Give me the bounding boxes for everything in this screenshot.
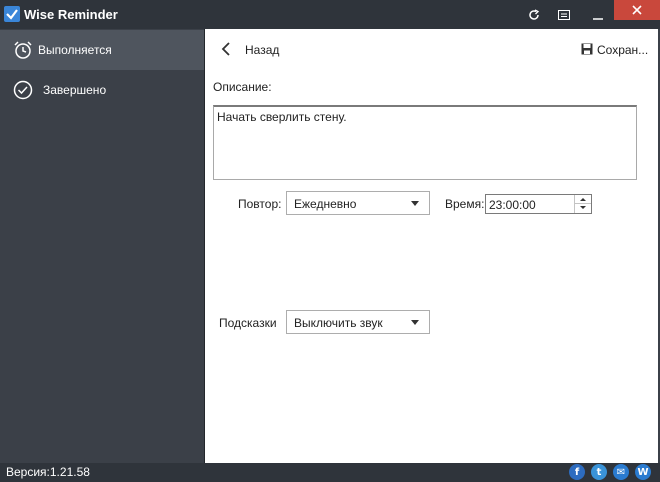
hints-value: Выключить звук bbox=[294, 316, 383, 330]
time-input[interactable]: 23:00:00 bbox=[485, 194, 592, 214]
alarm-clock-icon bbox=[13, 40, 33, 60]
twitter-icon[interactable]: t bbox=[591, 464, 607, 480]
close-icon[interactable] bbox=[614, 0, 660, 20]
sidebar: Выполняется Завершено bbox=[0, 29, 204, 463]
repeat-label: Повтор: bbox=[238, 197, 282, 211]
app-logo-icon bbox=[4, 6, 20, 22]
spin-down-icon[interactable] bbox=[575, 204, 591, 213]
status-bar: Версия:1.21.58 f t ✉ W bbox=[0, 463, 660, 482]
save-disk-icon bbox=[581, 43, 593, 58]
facebook-icon[interactable]: f bbox=[569, 464, 585, 480]
sidebar-item-label: Завершено bbox=[43, 83, 107, 97]
menu-icon[interactable] bbox=[549, 0, 579, 29]
repeat-value: Ежедневно bbox=[294, 197, 357, 211]
chevron-down-icon bbox=[411, 320, 419, 325]
sidebar-item-in-progress[interactable]: Выполняется bbox=[0, 30, 204, 70]
back-button[interactable]: Назад bbox=[221, 40, 301, 60]
time-spinner bbox=[574, 195, 591, 213]
app-title: Wise Reminder bbox=[24, 7, 118, 22]
back-label: Назад bbox=[245, 43, 280, 57]
main-content: Назад Сохран... Описание: Начать сверлит… bbox=[204, 29, 658, 463]
spin-up-icon[interactable] bbox=[575, 195, 591, 204]
minimize-icon[interactable] bbox=[583, 0, 613, 29]
sidebar-item-label: Выполняется bbox=[38, 43, 112, 57]
description-textarea[interactable]: Начать сверлить стену. bbox=[213, 105, 637, 180]
title-bar: Wise Reminder bbox=[0, 0, 660, 29]
repeat-dropdown[interactable]: Ежедневно bbox=[286, 191, 430, 215]
version-text: Версия:1.21.58 bbox=[6, 465, 90, 479]
hints-label: Подсказки bbox=[219, 316, 277, 330]
save-button[interactable]: Сохран... bbox=[581, 40, 657, 60]
chevron-down-icon bbox=[411, 201, 419, 206]
time-value: 23:00:00 bbox=[489, 198, 536, 212]
save-label: Сохран... bbox=[597, 43, 649, 57]
website-icon[interactable]: W bbox=[635, 464, 651, 480]
refresh-icon[interactable] bbox=[519, 0, 549, 29]
time-label: Время: bbox=[445, 197, 485, 211]
chevron-left-icon bbox=[221, 41, 231, 59]
email-icon[interactable]: ✉ bbox=[613, 464, 629, 480]
check-circle-icon bbox=[13, 80, 33, 100]
description-label: Описание: bbox=[213, 80, 272, 94]
hints-dropdown[interactable]: Выключить звук bbox=[286, 310, 430, 334]
sidebar-item-completed[interactable]: Завершено bbox=[0, 70, 204, 110]
